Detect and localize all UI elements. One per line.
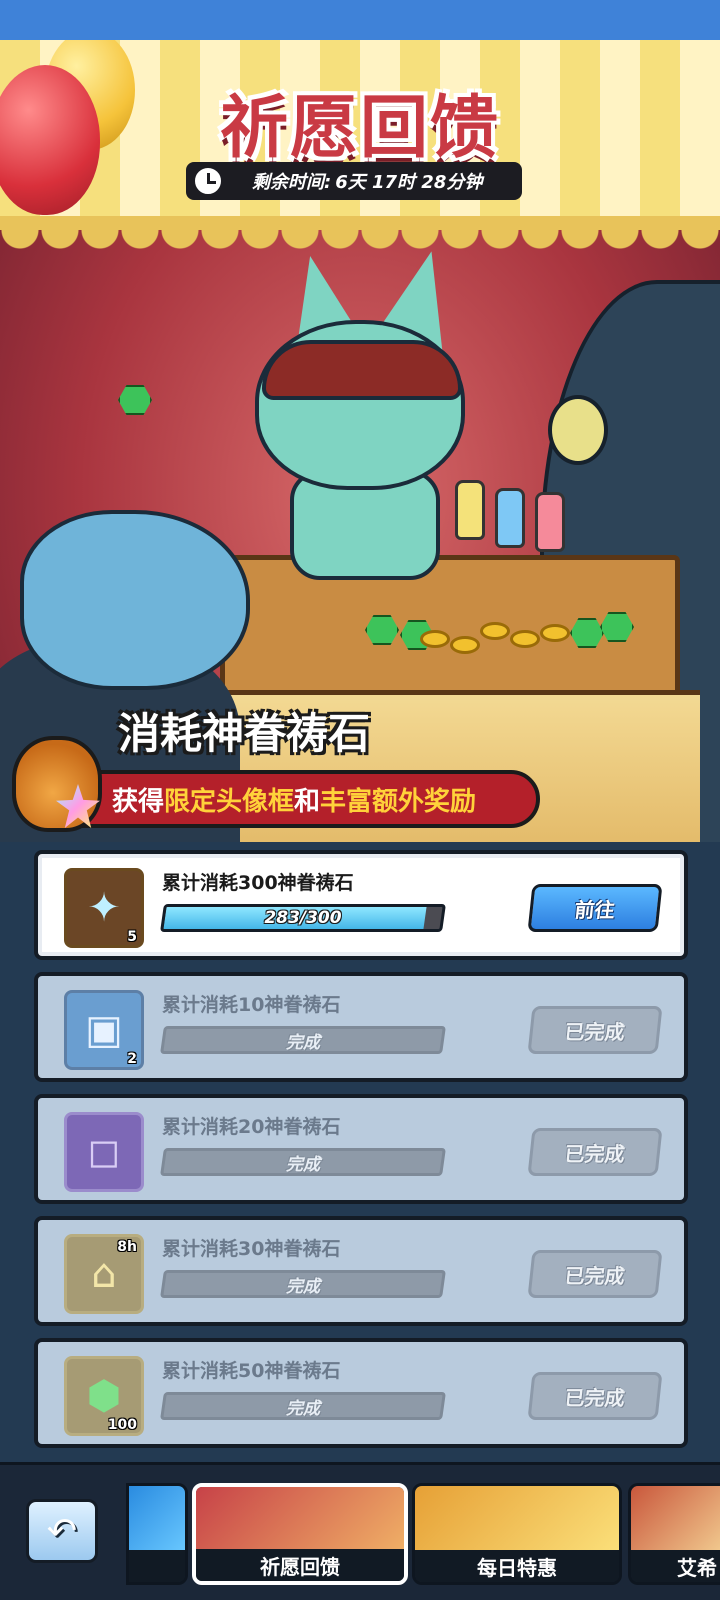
tab-aixi[interactable]: 艾希 xyxy=(628,1483,720,1585)
promo-headline: 消耗神眷祷石 xyxy=(118,709,371,758)
blue-hair-hero xyxy=(20,510,250,690)
back-arrow-icon: ↶ xyxy=(46,1510,78,1552)
coin-icon xyxy=(450,636,480,654)
task-name: 累计消耗30神眷祷石 xyxy=(162,1238,341,1260)
task-name: 累计消耗10神眷祷石 xyxy=(162,994,341,1016)
pirate-bandana xyxy=(262,340,462,400)
time-chest-icon: ⌂ 8h xyxy=(64,1234,144,1314)
task-row: ⌂ 8h 累计消耗30神眷祷石 完成 已完成 xyxy=(34,1216,688,1326)
completed-button[interactable]: 已完成 xyxy=(527,1250,663,1298)
coin-icon xyxy=(420,630,450,648)
task-name: 累计消耗50神眷祷石 xyxy=(162,1360,341,1382)
avatar-frame-icon: ◻ xyxy=(64,1112,144,1192)
go-button[interactable]: 前往 xyxy=(527,884,663,932)
event-title: 祈愿回馈 xyxy=(219,89,500,168)
task-list: ✦ 5 累计消耗300神眷祷石 283/300 前往 ▣ 2 累计消耗10神眷祷… xyxy=(0,842,720,1462)
clock-icon xyxy=(192,165,224,197)
completed-button[interactable]: 已完成 xyxy=(527,1372,663,1420)
task-row: ✦ 5 累计消耗300神眷祷石 283/300 前往 xyxy=(34,850,688,960)
bottom-tab-bar: ↶ 祈愿回馈 每日特惠 艾希 xyxy=(0,1462,720,1600)
countdown-timer: 剩余时间: 6天 17时 28分钟 xyxy=(186,162,522,200)
coin-icon xyxy=(510,630,540,648)
held-gem-icon xyxy=(118,385,152,415)
tab-daily-deal[interactable]: 每日特惠 xyxy=(412,1483,622,1585)
timer-value: 6天 17时 28分钟 xyxy=(335,172,483,193)
coin-icon xyxy=(540,624,570,642)
potion-bottle xyxy=(455,480,485,540)
reward-ribbon: 获得 限定头像框 和 丰富额外奖励 xyxy=(80,770,540,828)
task-row: ◻ 累计消耗20神眷祷石 完成 已完成 xyxy=(34,1094,688,1204)
timer-label: 剩余时间: xyxy=(252,172,332,193)
potion-bottle xyxy=(535,492,565,552)
event-banner: 祈愿回馈 剩余时间: 6天 17时 28分钟 消耗神眷祷石 获得 限定头像框 和… xyxy=(0,40,720,860)
coin-icon xyxy=(480,622,510,640)
potion-bottle xyxy=(495,488,525,548)
completed-button[interactable]: 已完成 xyxy=(527,1006,663,1054)
green-gem-icon: ⬢ 100 xyxy=(64,1356,144,1436)
progress-text: 完成 xyxy=(286,1154,320,1175)
tab-item[interactable] xyxy=(126,1483,188,1585)
task-name: 累计消耗20神眷祷石 xyxy=(162,1116,341,1138)
task-row: ▣ 2 累计消耗10神眷祷石 完成 已完成 xyxy=(34,972,688,1082)
task-name: 累计消耗300神眷祷石 xyxy=(162,872,354,894)
task-row: ⬢ 100 累计消耗50神眷祷石 完成 已完成 xyxy=(34,1338,688,1448)
star-crystal-icon: ✦ 5 xyxy=(64,868,144,948)
progress-text: 完成 xyxy=(286,1276,320,1297)
progress-text: 283/300 xyxy=(264,908,342,928)
completed-button[interactable]: 已完成 xyxy=(527,1128,663,1176)
back-button[interactable]: ↶ xyxy=(26,1499,98,1563)
tab-wish-feedback[interactable]: 祈愿回馈 xyxy=(192,1483,408,1585)
progress-text: 完成 xyxy=(286,1398,320,1419)
chest-icon: ▣ 2 xyxy=(64,990,144,1070)
progress-text: 完成 xyxy=(286,1032,320,1053)
